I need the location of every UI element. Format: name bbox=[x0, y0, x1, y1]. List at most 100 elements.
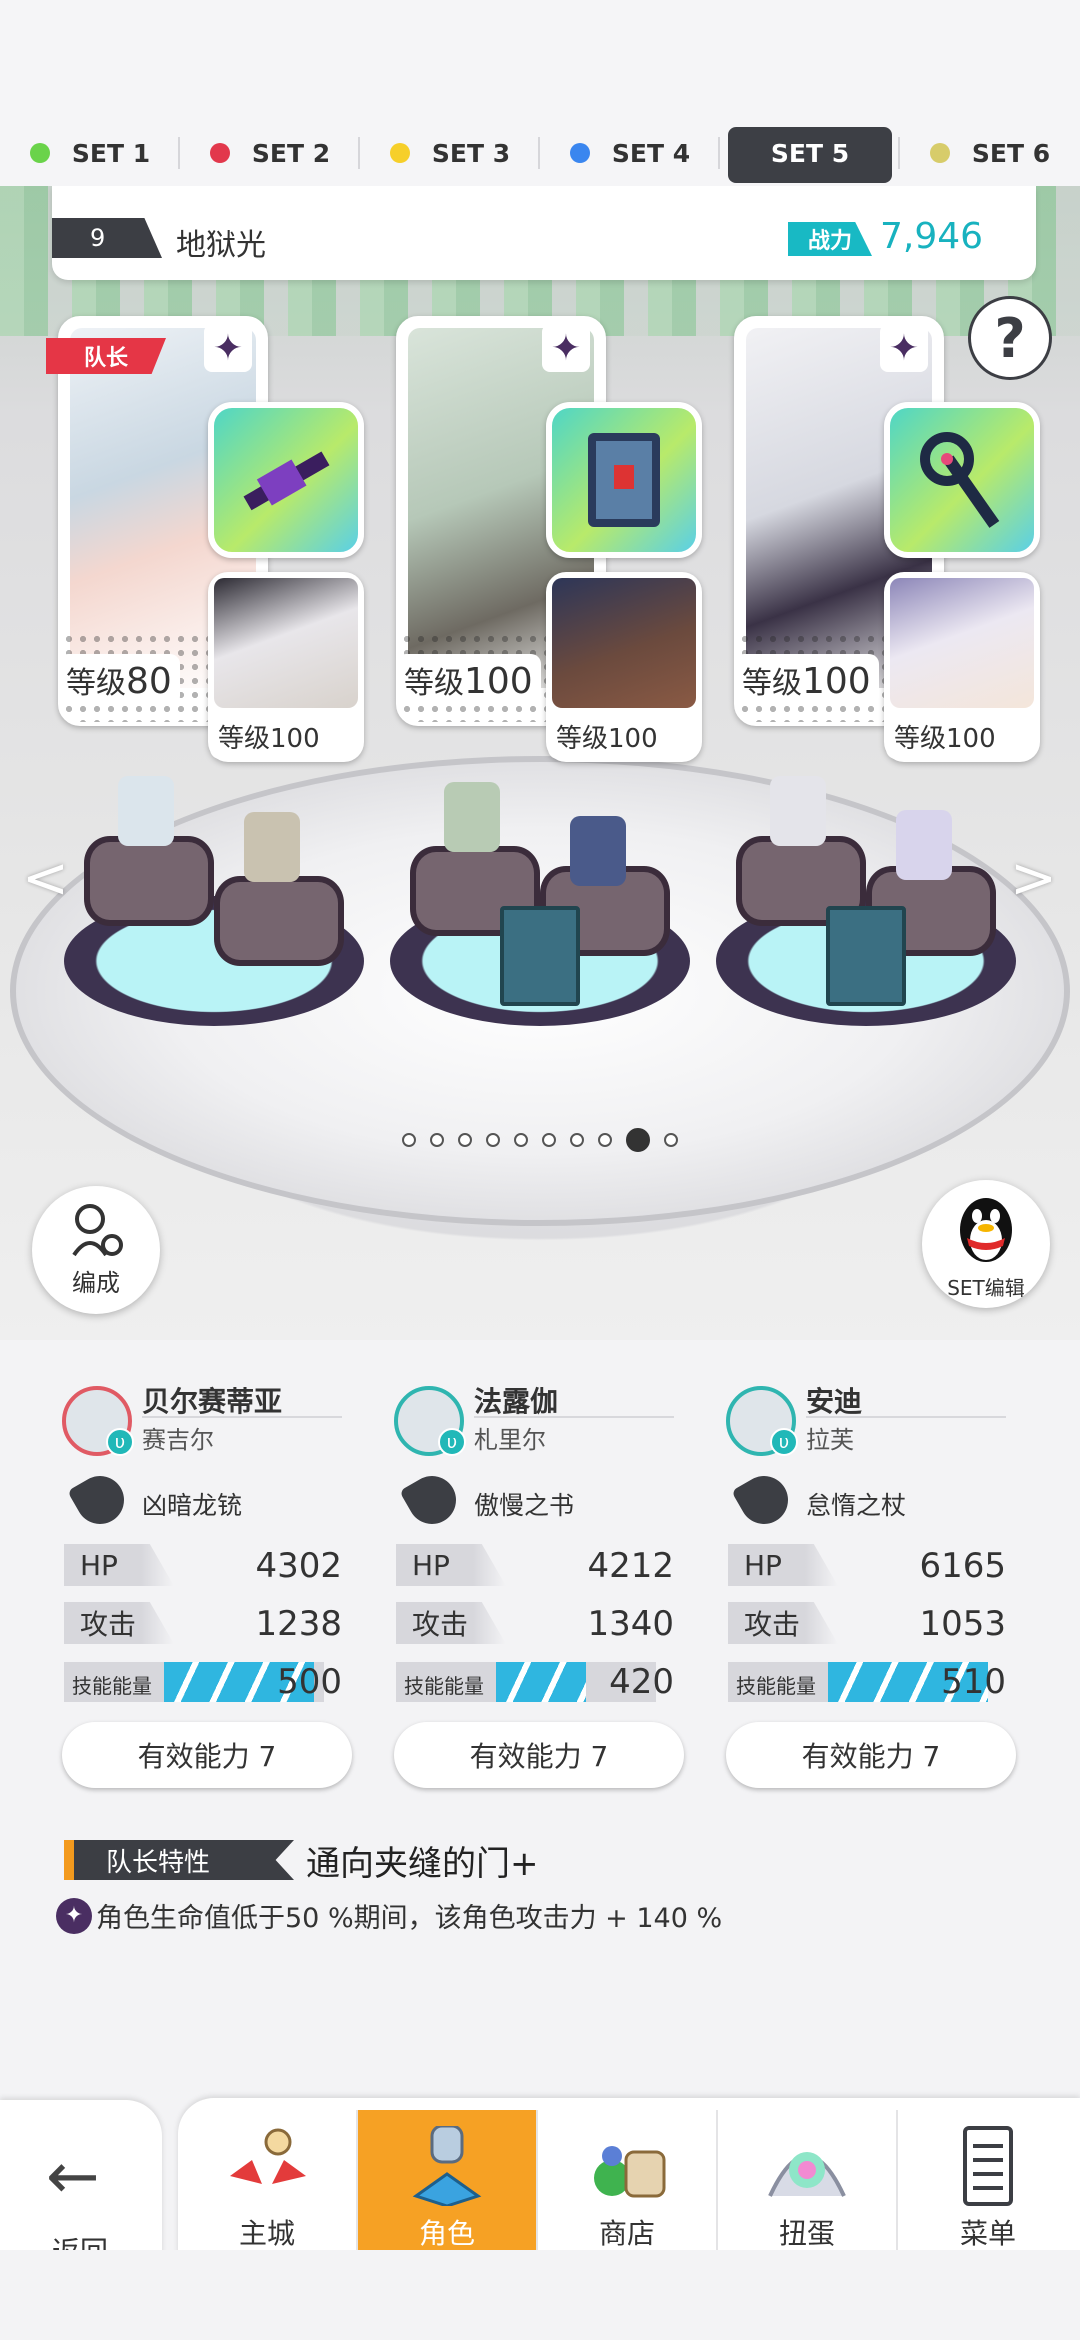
page-dot[interactable] bbox=[430, 1133, 444, 1147]
tab-set-5[interactable]: SET 5 bbox=[720, 123, 900, 183]
weapon-slot[interactable] bbox=[546, 402, 702, 558]
tab-set-3[interactable]: SET 3 bbox=[360, 123, 540, 183]
energy-label: 技能能量 bbox=[736, 1674, 816, 1698]
weapon-name: 傲慢之书 bbox=[474, 1491, 575, 1520]
support-name: 赛吉尔 bbox=[142, 1426, 214, 1454]
set-tabs: SET 1 SET 2 SET 3 SET 4 SET 5 SET 6 bbox=[0, 120, 1080, 186]
book-icon bbox=[588, 433, 660, 527]
arrow-left-icon[interactable]: < bbox=[22, 846, 69, 911]
page-dot[interactable] bbox=[664, 1133, 678, 1147]
nav-label: 商店 bbox=[598, 2217, 655, 2250]
chibi-sprite bbox=[244, 812, 300, 882]
level-label: 等级 bbox=[894, 724, 947, 754]
level-value: 100 bbox=[608, 724, 658, 754]
pedestal-1[interactable] bbox=[64, 776, 364, 1036]
page-dot[interactable] bbox=[598, 1133, 612, 1147]
sparkle-icon: ✦ bbox=[204, 324, 252, 372]
hero-info-panel: υ 贝尔赛蒂亚 赛吉尔 凶暗龙铳 HP 4302 攻击 1238 技能能量 50… bbox=[0, 1340, 1080, 2080]
effect-button-2[interactable]: 有效能力 7 bbox=[394, 1722, 684, 1788]
sword-icon bbox=[399, 1467, 465, 1533]
weapon-slot[interactable] bbox=[884, 402, 1040, 558]
character-card-1[interactable]: 队长 ✦ ✦ 等级80 等级100 bbox=[46, 316, 378, 786]
pedestal-2[interactable] bbox=[390, 776, 690, 1036]
hp-row: HP 4212 bbox=[374, 1536, 674, 1594]
effect-button-1[interactable]: 有效能力 7 bbox=[62, 1722, 352, 1788]
atk-row: 攻击 1053 bbox=[706, 1594, 1006, 1652]
level-label: 等级 bbox=[556, 724, 609, 754]
page-dot[interactable] bbox=[542, 1133, 556, 1147]
character-card-2[interactable]: ✦ ✦ 等级100 等级100 bbox=[396, 316, 716, 786]
element-badge-icon: υ bbox=[438, 1428, 466, 1456]
atk-value: 1238 bbox=[255, 1604, 342, 1644]
nav-item-menu[interactable]: 菜单 bbox=[898, 2110, 1078, 2262]
chibi-sprite bbox=[896, 810, 952, 880]
gun-icon bbox=[243, 451, 330, 511]
effect-button-3[interactable]: 有效能力 7 bbox=[726, 1722, 1016, 1788]
hp-label: HP bbox=[396, 1544, 506, 1586]
gacha-icon bbox=[768, 2152, 846, 2197]
set-2-color-dot bbox=[209, 143, 230, 163]
hp-value: 6165 bbox=[919, 1546, 1006, 1586]
tab-set-1[interactable]: SET 1 bbox=[0, 123, 180, 183]
support-name: 拉芙 bbox=[806, 1426, 854, 1454]
weapon-slot[interactable] bbox=[208, 402, 364, 558]
pedestal-3[interactable] bbox=[716, 776, 1016, 1036]
formation-label: 编成 bbox=[72, 1268, 120, 1297]
hero-avatar[interactable]: υ bbox=[62, 1386, 134, 1456]
page-dot[interactable] bbox=[570, 1133, 584, 1147]
hero-header[interactable]: υ 法露伽 札里尔 bbox=[374, 1380, 674, 1460]
leader-tag: 队长 bbox=[46, 338, 166, 374]
sparkle-icon: ✦ bbox=[56, 1897, 92, 1934]
hero-header[interactable]: υ 贝尔赛蒂亚 赛吉尔 bbox=[42, 1380, 342, 1460]
nav-item-character[interactable]: 角色 bbox=[358, 2110, 538, 2262]
page-dot[interactable] bbox=[402, 1133, 416, 1147]
main-level-bubble: 等级80 bbox=[58, 654, 180, 706]
level-value: 100 bbox=[464, 661, 533, 702]
hp-value: 4302 bbox=[255, 1546, 342, 1586]
qq-label: SET编辑 bbox=[947, 1275, 1025, 1300]
weapon-row[interactable]: 傲慢之书 bbox=[374, 1467, 674, 1536]
hp-value: 4212 bbox=[587, 1546, 674, 1586]
page-dot-active[interactable] bbox=[626, 1128, 650, 1152]
sword-icon bbox=[67, 1467, 133, 1533]
castle-icon bbox=[230, 2128, 306, 2184]
page-dot[interactable] bbox=[486, 1133, 500, 1147]
portrait-art bbox=[214, 578, 358, 708]
team-name[interactable]: 地狱光 bbox=[176, 220, 266, 264]
qq-share-button[interactable]: SET编辑 bbox=[922, 1180, 1050, 1308]
system-gesture-area bbox=[0, 2250, 1080, 2340]
level-value: 100 bbox=[270, 724, 320, 754]
sub-level-bubble: 等级100 bbox=[210, 714, 328, 759]
tab-label: SET 4 bbox=[611, 138, 691, 168]
chibi-sprite bbox=[770, 776, 826, 846]
nav-item-shop[interactable]: 商店 bbox=[538, 2110, 718, 2262]
page-dot[interactable] bbox=[458, 1133, 472, 1147]
person-gear-icon bbox=[72, 1203, 123, 1256]
tab-set-4[interactable]: SET 4 bbox=[540, 123, 720, 183]
formation-button[interactable]: 编成 bbox=[32, 1186, 160, 1314]
hero-avatar[interactable]: υ bbox=[394, 1386, 466, 1456]
hero-header[interactable]: υ 安迪 拉芙 bbox=[706, 1380, 1006, 1460]
energy-value: 510 bbox=[941, 1662, 1006, 1702]
tab-set-2[interactable]: SET 2 bbox=[180, 123, 360, 183]
chibi-sprite bbox=[570, 816, 626, 886]
weapon-row[interactable]: 怠惰之杖 bbox=[706, 1467, 1006, 1536]
tab-set-6[interactable]: SET 6 bbox=[900, 123, 1080, 183]
atk-row: 攻击 1340 bbox=[374, 1594, 674, 1652]
weapon-name: 凶暗龙铳 bbox=[142, 1491, 243, 1520]
hp-row: HP 6165 bbox=[706, 1536, 1006, 1594]
page-dot[interactable] bbox=[514, 1133, 528, 1147]
nav-item-main-city[interactable]: 主城 bbox=[178, 2110, 358, 2262]
character-card-3[interactable]: ✦ ✦ 等级100 等级100 bbox=[734, 316, 1054, 786]
leader-trait-description: ✦ 角色生命值低于50 %期间，该角色攻击力 + 140 % bbox=[56, 1896, 722, 1935]
nav-item-gacha[interactable]: 扭蛋 bbox=[718, 2110, 898, 2262]
book-sprite bbox=[500, 906, 580, 1006]
atk-label: 攻击 bbox=[396, 1602, 506, 1644]
hero-avatar[interactable]: υ bbox=[726, 1386, 798, 1456]
hero-column-1: υ 贝尔赛蒂亚 赛吉尔 凶暗龙铳 HP 4302 攻击 1238 技能能量 50… bbox=[42, 1380, 342, 1710]
set-1-color-dot bbox=[29, 143, 50, 163]
weapon-row[interactable]: 凶暗龙铳 bbox=[42, 1467, 342, 1536]
arrow-right-icon[interactable]: > bbox=[1010, 846, 1057, 911]
element-badge-icon: υ bbox=[106, 1428, 134, 1456]
atk-label: 攻击 bbox=[728, 1602, 838, 1644]
